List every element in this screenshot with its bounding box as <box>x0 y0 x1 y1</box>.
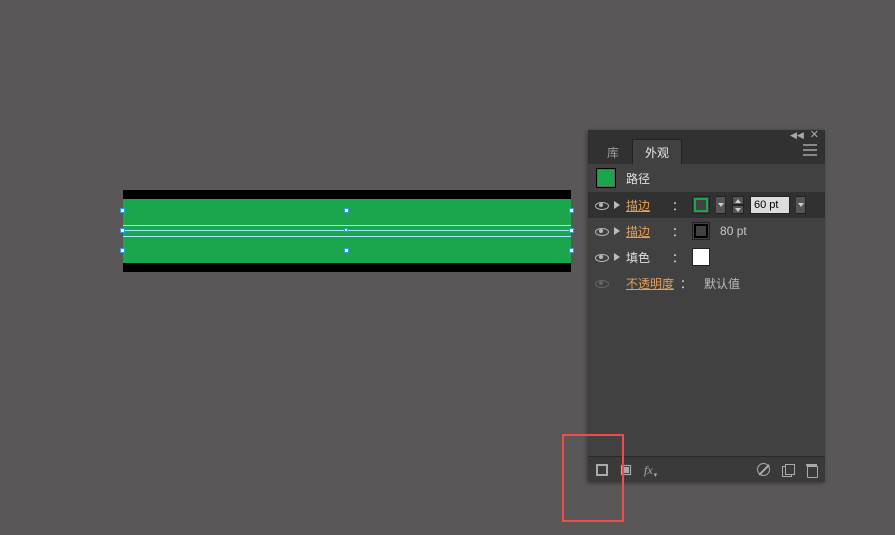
opacity-label[interactable]: 不透明度 <box>626 275 674 292</box>
delete-item-icon[interactable] <box>806 464 817 476</box>
selection-handle[interactable] <box>569 208 574 213</box>
collapse-icon[interactable]: ◀◀ <box>790 131 804 140</box>
stroke-color-swatch[interactable] <box>692 222 710 240</box>
appearance-row-opacity[interactable]: 不透明度 ： 默认值 <box>588 270 825 296</box>
appearance-row-fill[interactable]: 填色 ： <box>588 244 825 270</box>
swatch-dropdown-icon[interactable] <box>716 196 726 214</box>
disclosure-triangle-icon[interactable] <box>614 227 620 235</box>
object-type-label: 路径 <box>626 170 650 187</box>
panel-body: 路径 描边 ： 描边 ： 80 pt 填色 <box>588 164 825 296</box>
artwork-stripe <box>123 263 571 272</box>
panel-footer: fx <box>588 456 825 482</box>
visibility-toggle-icon[interactable] <box>594 250 608 264</box>
colon: ： <box>672 223 684 240</box>
visibility-toggle-icon[interactable] <box>594 276 608 290</box>
stepper-down-icon[interactable] <box>732 205 744 214</box>
appearance-header-row: 路径 <box>588 164 825 192</box>
stroke-weight-value: 80 pt <box>720 224 747 238</box>
selection-handle[interactable] <box>120 208 125 213</box>
selection-handle[interactable] <box>120 248 125 253</box>
appearance-row-stroke-1[interactable]: 描边 ： <box>588 192 825 218</box>
opacity-value: 默认值 <box>704 275 740 292</box>
selection-handle[interactable] <box>344 228 348 232</box>
add-new-stroke-icon[interactable] <box>596 464 608 476</box>
panel-menu-icon[interactable] <box>803 144 819 156</box>
colon: ： <box>672 249 684 266</box>
tab-appearance[interactable]: 外观 <box>632 139 682 165</box>
panel-tabs: 库 外观 <box>588 140 825 164</box>
stroke-weight-stepper[interactable] <box>732 196 744 214</box>
selection-handle[interactable] <box>120 228 125 233</box>
stepper-up-icon[interactable] <box>732 196 744 205</box>
colon: ： <box>680 275 692 292</box>
fill-color-swatch[interactable] <box>692 248 710 266</box>
close-icon[interactable]: ✕ <box>810 130 819 141</box>
colon: ： <box>672 197 684 214</box>
artwork-stripe <box>123 190 571 199</box>
clear-appearance-icon[interactable] <box>757 463 770 476</box>
weight-dropdown-icon[interactable] <box>796 196 806 214</box>
appearance-panel: ◀◀ ✕ 库 外观 路径 描边 ： <box>588 130 825 482</box>
stroke-label[interactable]: 描边 <box>626 197 666 214</box>
selection-handle[interactable] <box>344 208 349 213</box>
canvas-selected-path[interactable] <box>123 190 571 272</box>
tab-library[interactable]: 库 <box>594 139 632 165</box>
object-thumbnail[interactable] <box>596 168 616 188</box>
disclosure-triangle-icon[interactable] <box>614 201 620 209</box>
visibility-toggle-icon[interactable] <box>594 224 608 238</box>
disclosure-triangle-icon[interactable] <box>614 253 620 261</box>
selection-handle[interactable] <box>344 248 349 253</box>
appearance-row-stroke-2[interactable]: 描边 ： 80 pt <box>588 218 825 244</box>
add-effect-icon[interactable]: fx <box>644 463 658 477</box>
selection-handle[interactable] <box>569 248 574 253</box>
visibility-toggle-icon[interactable] <box>594 198 608 212</box>
stroke-color-swatch[interactable] <box>692 196 710 214</box>
fill-label[interactable]: 填色 <box>626 249 666 266</box>
duplicate-item-icon[interactable] <box>782 464 794 476</box>
stroke-label[interactable]: 描边 <box>626 223 666 240</box>
stroke-weight-input[interactable] <box>750 196 790 214</box>
add-new-fill-icon[interactable] <box>620 464 632 476</box>
selection-handle[interactable] <box>569 228 574 233</box>
